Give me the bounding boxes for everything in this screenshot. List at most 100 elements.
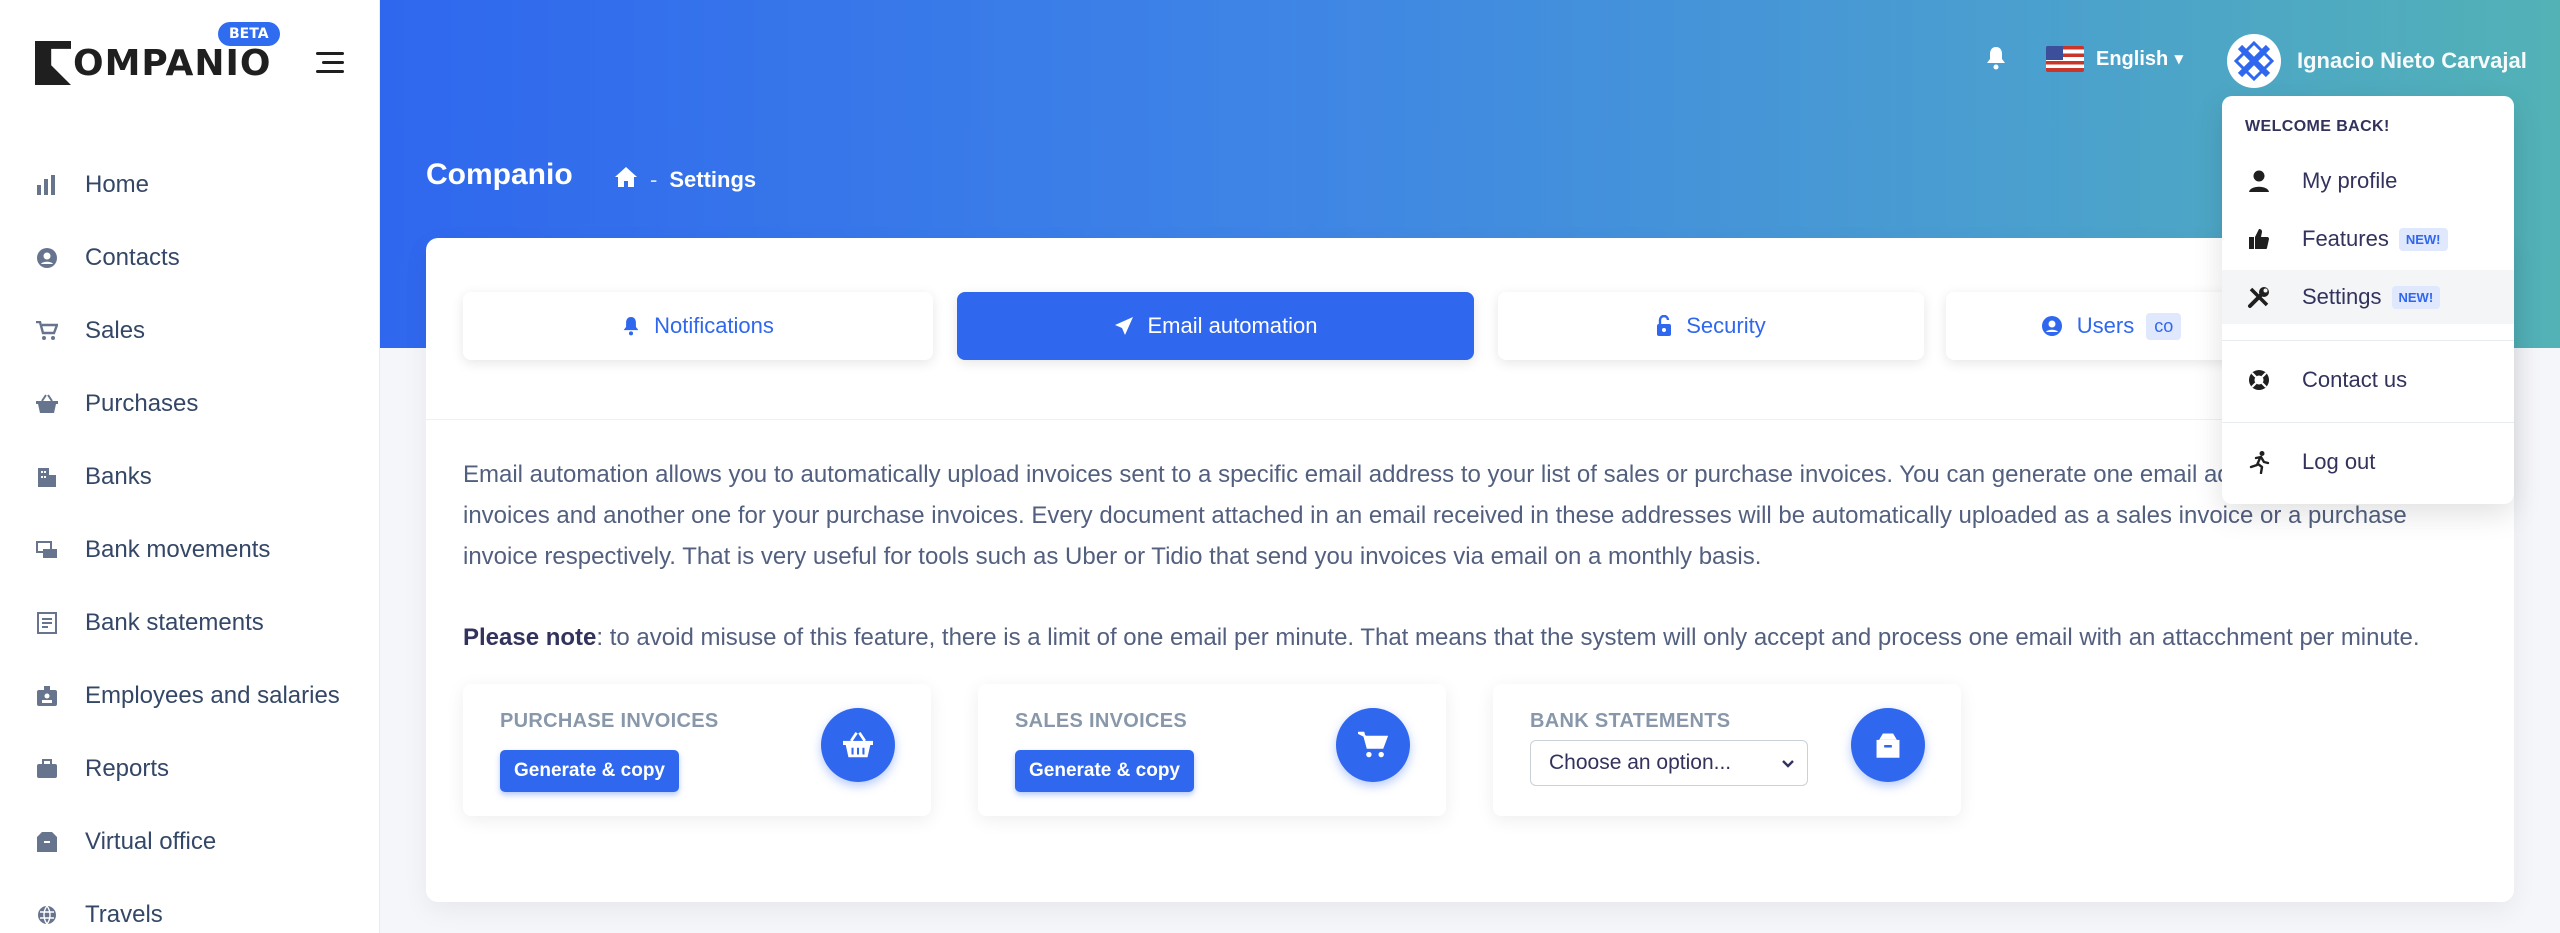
user-circle-icon (36, 247, 58, 269)
user-name: Ignacio Nieto Carvajal (2297, 48, 2527, 73)
new-badge: NEW! (2391, 285, 2441, 309)
lifebuoy-icon (2246, 368, 2272, 392)
logo-text: OMPANIO (73, 42, 272, 84)
tab-label: Email automation (1147, 313, 1318, 338)
user-dropdown-menu: WELCOME BACK! My profile Features NEW! S… (2222, 96, 2514, 504)
sales-invoices-box: SALES INVOICES Generate & copy (978, 684, 1446, 816)
building-icon (36, 466, 58, 488)
settings-tabs: Notifications Email automation Security … (426, 238, 2514, 420)
dropdown-item-features[interactable]: Features NEW! (2222, 212, 2514, 266)
sales-generate-copy-button[interactable]: Generate & copy (1015, 750, 1194, 792)
sidebar-item-label: Travels (85, 900, 163, 928)
sidebar: OMPANIO BETA Home Contacts Sales Purchas… (0, 0, 380, 933)
sidebar-item-reports[interactable]: Reports (0, 732, 380, 805)
sidebar-item-label: Purchases (85, 389, 199, 417)
sidebar-item-travels[interactable]: Travels (0, 878, 380, 933)
usage-note: Please note: to avoid misuse of this fea… (463, 617, 2503, 658)
chevron-down-icon (1781, 754, 1795, 778)
users-count-badge: co (2146, 312, 2182, 340)
sales-invoices-title: SALES INVOICES (1015, 710, 1188, 732)
box-icon (36, 831, 58, 853)
tab-label: Security (1686, 313, 1766, 338)
sidebar-item-label: Reports (85, 754, 170, 782)
sidebar-item-label: Sales (85, 316, 146, 344)
user-circle-icon (2041, 315, 2063, 337)
sidebar-item-virtual-office[interactable]: Virtual office (0, 805, 380, 878)
sidebar-item-bank-movements[interactable]: Bank movements (0, 513, 380, 586)
bank-statements-box: BANK STATEMENTS Choose an option... (1493, 684, 1961, 816)
purchase-invoices-title: PURCHASE INVOICES (500, 710, 719, 732)
bell-icon[interactable] (1985, 46, 2007, 70)
thumbs-up-icon (2246, 228, 2272, 250)
dropdown-item-settings[interactable]: Settings NEW! (2222, 270, 2514, 324)
basket-icon (36, 393, 58, 415)
dropdown-item-log-out[interactable]: Log out (2222, 435, 2514, 489)
sidebar-item-label: Bank statements (85, 608, 264, 636)
lock-open-icon (1656, 315, 1672, 337)
tools-icon (2246, 285, 2272, 309)
tab-label: Users (2076, 313, 2135, 338)
tab-label: Notifications (654, 313, 774, 338)
sidebar-item-contacts[interactable]: Contacts (0, 221, 380, 294)
us-flag-icon (2046, 46, 2084, 72)
globe-icon (36, 904, 58, 926)
sidebar-item-label: Employees and salaries (85, 681, 340, 709)
tab-email-automation[interactable]: Email automation (957, 292, 1474, 360)
sidebar-item-label: Contacts (85, 243, 180, 271)
menu-toggle-icon[interactable] (316, 52, 344, 74)
breadcrumb-current: Settings (669, 167, 757, 192)
dropdown-item-label: Features (2302, 226, 2389, 251)
tab-notifications[interactable]: Notifications (463, 292, 933, 360)
note-text: : to avoid misuse of this feature, there… (596, 624, 2420, 651)
companio-logo[interactable]: OMPANIO (35, 40, 272, 86)
bell-icon (622, 316, 640, 336)
cart-icon (36, 320, 58, 342)
dropdown-item-label: Contact us (2302, 367, 2408, 392)
archive-box-icon (1851, 708, 1925, 782)
document-icon (36, 611, 58, 634)
running-icon (2246, 450, 2272, 474)
sidebar-item-banks[interactable]: Banks (0, 440, 380, 513)
beta-badge: BETA (218, 22, 280, 46)
page-title: Companio (426, 158, 573, 191)
language-label: English (2096, 47, 2169, 70)
dropdown-item-my-profile[interactable]: My profile (2222, 154, 2514, 208)
tab-security[interactable]: Security (1498, 292, 1924, 360)
badge-icon (36, 685, 58, 707)
dropdown-item-label: Settings (2302, 284, 2382, 309)
home-icon[interactable] (614, 166, 638, 194)
sidebar-item-sales[interactable]: Sales (0, 294, 380, 367)
dropdown-header: WELCOME BACK! (2245, 118, 2390, 135)
sidebar-item-home[interactable]: Home (0, 148, 380, 221)
select-value: Choose an option... (1549, 751, 1732, 774)
breadcrumb-separator: - (650, 167, 658, 192)
dropdown-item-label: My profile (2302, 168, 2398, 193)
user-menu[interactable]: Ignacio Nieto Carvajal (2227, 34, 2527, 88)
bank-statements-title: BANK STATEMENTS (1530, 710, 1731, 732)
briefcase-icon (36, 758, 58, 780)
dropdown-divider (2222, 340, 2514, 341)
person-icon (2246, 169, 2272, 193)
sidebar-item-label: Virtual office (85, 827, 217, 855)
money-transfer-icon (36, 539, 58, 561)
sidebar-item-label: Banks (85, 462, 152, 490)
sidebar-nav: Home Contacts Sales Purchases Banks Bank… (0, 148, 380, 933)
cart-icon (1336, 708, 1410, 782)
logo-mark-icon (35, 41, 71, 85)
dropdown-item-contact-us[interactable]: Contact us (2222, 353, 2514, 407)
settings-card: Notifications Email automation Security … (426, 238, 2514, 902)
language-selector[interactable]: English ▼ (2046, 46, 2183, 72)
dropdown-divider (2222, 422, 2514, 423)
note-label: Please note (463, 624, 597, 651)
bar-chart-icon (36, 174, 58, 196)
sidebar-item-label: Home (85, 170, 150, 198)
paper-plane-icon (1114, 316, 1134, 336)
sidebar-item-purchases[interactable]: Purchases (0, 367, 380, 440)
sidebar-item-bank-statements[interactable]: Bank statements (0, 586, 380, 659)
purchase-generate-copy-button[interactable]: Generate & copy (500, 750, 679, 792)
sidebar-item-label: Bank movements (85, 535, 271, 563)
new-badge: NEW! (2398, 227, 2448, 251)
caret-down-icon: ▼ (2174, 52, 2184, 66)
bank-statements-select[interactable]: Choose an option... (1530, 740, 1808, 786)
sidebar-item-employees[interactable]: Employees and salaries (0, 659, 380, 732)
